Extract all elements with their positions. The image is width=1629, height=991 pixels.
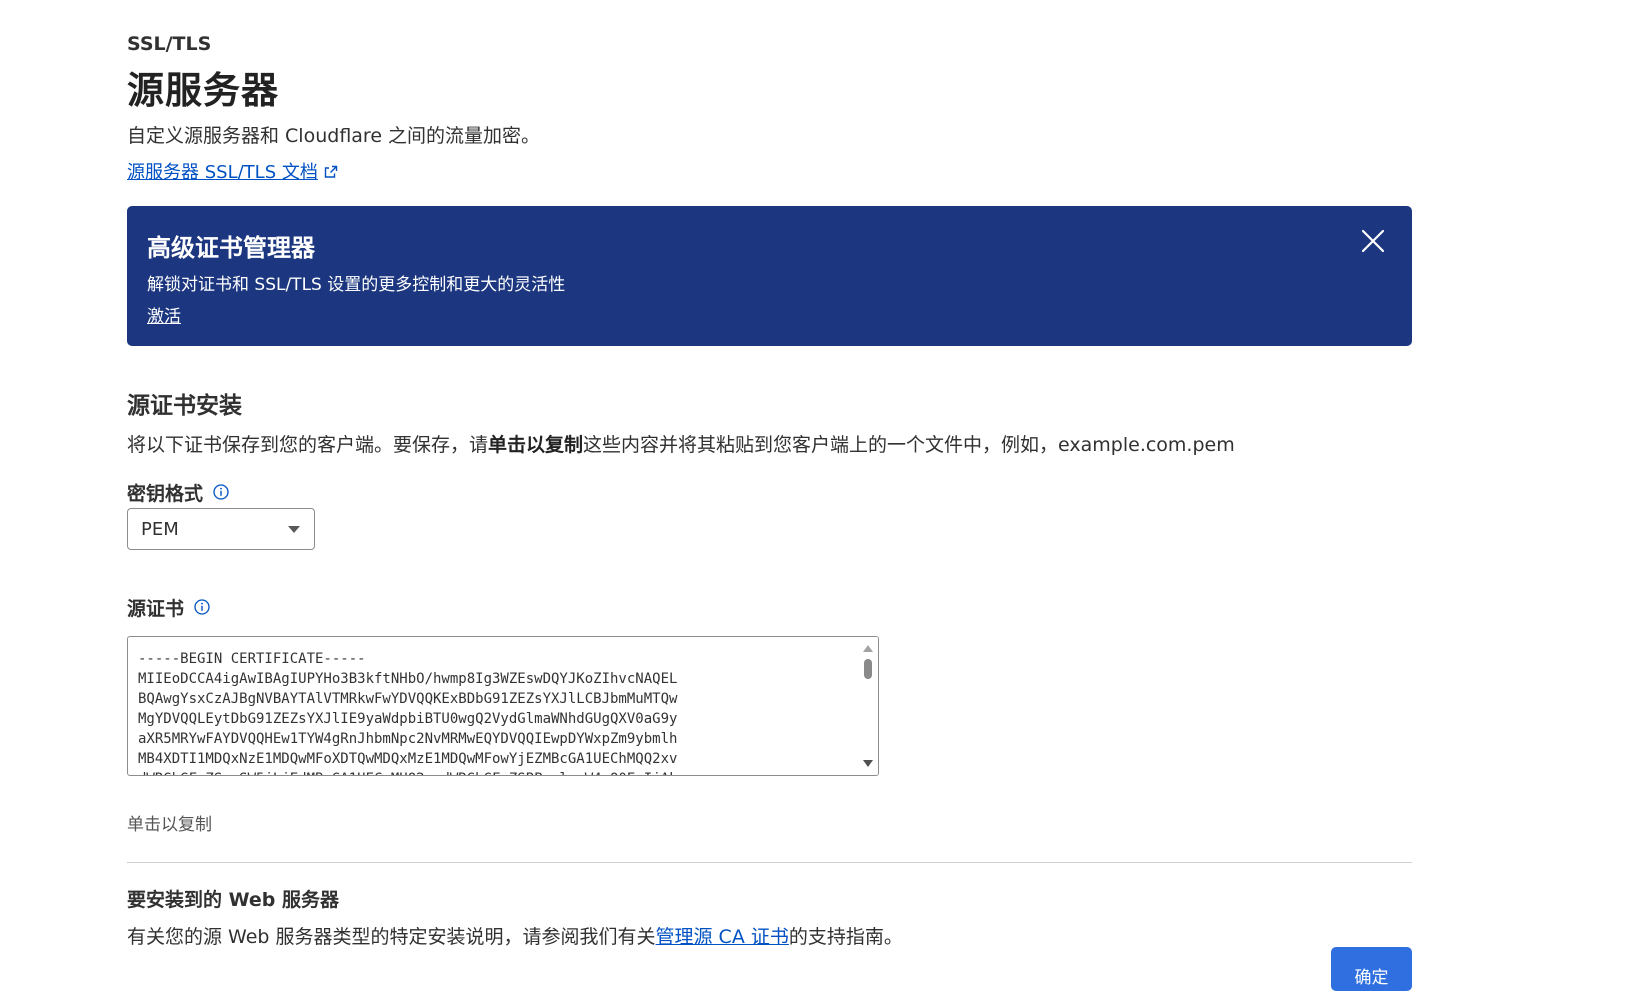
key-format-label-text: 密钥格式 [127, 483, 204, 505]
install-description-prefix: 将以下证书保存到您的客户端。要保存，请 [127, 434, 489, 456]
banner-description: 解锁对证书和 SSL/TLS 设置的更多控制和更大的灵活性 [147, 275, 566, 295]
web-server-heading: 要安装到的 Web 服务器 [127, 889, 339, 911]
web-server-description: 有关您的源 Web 服务器类型的特定安装说明，请参阅我们有关管理源 CA 证书的… [127, 922, 903, 949]
click-to-copy-label[interactable]: 单击以复制 [127, 810, 212, 835]
external-link-icon [324, 165, 338, 178]
install-heading: 源证书安装 [127, 393, 242, 419]
origin-certificate-label-text: 源证书 [127, 598, 185, 620]
docs-link[interactable]: 源服务器 SSL/TLS 文档 [127, 158, 338, 184]
certificate-content: -----BEGIN CERTIFICATE----- MIIEoDCCA4ig… [138, 651, 678, 775]
key-format-label: 密钥格式 [127, 479, 229, 506]
banner-title: 高级证书管理器 [147, 234, 315, 262]
key-format-select[interactable]: PEM [127, 508, 315, 550]
web-server-description-prefix: 有关您的源 Web 服务器类型的特定安装说明，请参阅我们有关 [127, 926, 656, 948]
install-description: 将以下证书保存到您的客户端。要保存，请单击以复制这些内容并将其粘贴到您客户端上的… [127, 430, 1235, 457]
close-icon[interactable] [1358, 226, 1388, 256]
web-server-description-suffix: 的支持指南。 [788, 926, 903, 948]
scroll-up-arrow-icon[interactable] [863, 645, 873, 652]
divider [127, 862, 1412, 863]
banner-activate-link[interactable]: 激活 [147, 302, 181, 327]
install-description-bold: 单击以复制 [488, 434, 584, 456]
install-description-suffix: 这些内容并将其粘贴到您客户端上的一个文件中，例如，example.com.pem [583, 434, 1235, 456]
docs-link-label: 源服务器 SSL/TLS 文档 [127, 162, 318, 183]
scrollbar[interactable] [858, 637, 878, 775]
scroll-down-arrow-icon[interactable] [863, 760, 873, 767]
section-label: SSL/TLS [127, 33, 212, 55]
info-icon[interactable] [213, 484, 229, 500]
page-subtitle: 自定义源服务器和 Cloudflare 之间的流量加密。 [127, 125, 541, 147]
chevron-down-icon [288, 526, 300, 533]
origin-certificate-textarea[interactable]: -----BEGIN CERTIFICATE----- MIIEoDCCA4ig… [127, 636, 879, 776]
confirm-button[interactable]: 确定 [1331, 947, 1412, 991]
manage-origin-ca-link[interactable]: 管理源 CA 证书 [656, 926, 789, 948]
page-title: 源服务器 [127, 69, 279, 112]
info-icon[interactable] [194, 599, 210, 615]
key-format-value: PEM [141, 519, 179, 540]
origin-certificate-label: 源证书 [127, 594, 210, 621]
advanced-certificate-banner: 高级证书管理器 解锁对证书和 SSL/TLS 设置的更多控制和更大的灵活性 激活 [127, 206, 1412, 346]
scrollbar-thumb[interactable] [864, 659, 872, 679]
